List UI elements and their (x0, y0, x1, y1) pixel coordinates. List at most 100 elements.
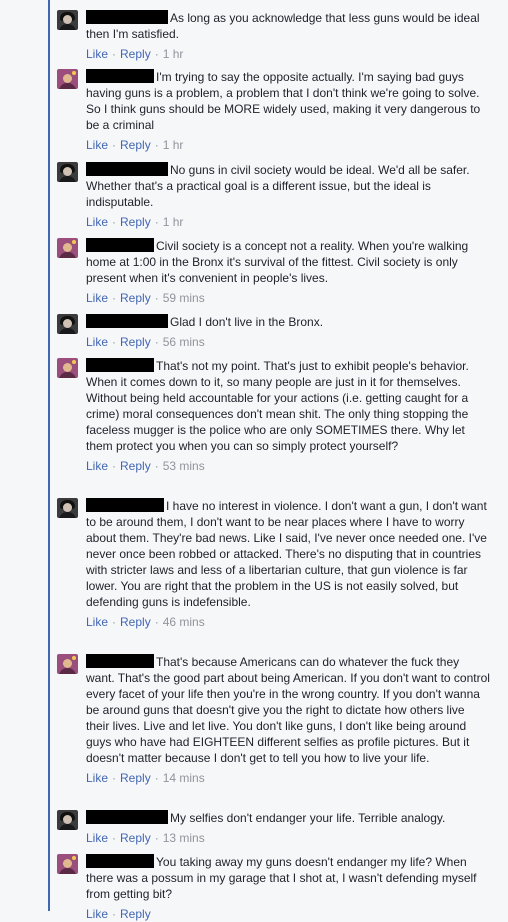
reply-link[interactable]: Reply (120, 831, 151, 845)
comment: As long as you acknowledge that less gun… (57, 10, 505, 62)
redacted-author-name[interactable] (86, 654, 154, 668)
separator-dot: · (112, 215, 117, 229)
comment-body: My selfies don't endanger your life. Ter… (170, 811, 446, 825)
separator-dot: · (112, 47, 117, 61)
separator-dot: · (112, 291, 117, 305)
comment: My selfies don't endanger your life. Ter… (57, 810, 505, 846)
redacted-author-name[interactable] (86, 358, 154, 372)
redacted-author-name[interactable] (86, 162, 168, 176)
like-link[interactable]: Like (86, 335, 108, 349)
comment: Civil society is a concept not a reality… (57, 238, 505, 306)
separator-dot: · (112, 335, 117, 349)
comment-timestamp[interactable]: 1 hr (163, 215, 184, 229)
redacted-author-name[interactable] (86, 314, 168, 328)
avatar[interactable] (57, 810, 78, 830)
comment: I'm trying to say the opposite actually.… (57, 69, 505, 153)
comment-text: Glad I don't live in the Bronx. (86, 314, 491, 330)
redacted-author-name[interactable] (86, 69, 154, 83)
redacted-author-name[interactable] (86, 238, 154, 252)
thread-indicator-line (48, 0, 50, 911)
reply-link[interactable]: Reply (120, 907, 151, 921)
separator-dot: · (154, 831, 159, 845)
comment-timestamp[interactable]: 1 hr (163, 47, 184, 61)
comment-timestamp[interactable]: 1 hr (163, 138, 184, 152)
reply-link[interactable]: Reply (120, 215, 151, 229)
comment-text: That's not my point. That's just to exhi… (86, 358, 491, 454)
comment: Glad I don't live in the Bronx. Like · Repl… (57, 314, 505, 350)
avatar[interactable] (57, 498, 78, 518)
comment-text: No guns in civil society would be ideal.… (86, 162, 491, 210)
reply-link[interactable]: Reply (120, 459, 151, 473)
like-link[interactable]: Like (86, 831, 108, 845)
separator-dot: · (154, 47, 159, 61)
comment-text: You taking away my guns doesn't endanger… (86, 854, 491, 902)
comment-actions: Like · Reply · 59 mins (86, 290, 505, 306)
separator-dot: · (154, 771, 159, 785)
comment-text: That's because Americans can do whatever… (86, 654, 491, 766)
like-link[interactable]: Like (86, 615, 108, 629)
comment: No guns in civil society would be ideal.… (57, 162, 505, 230)
comment-body: That's not my point. That's just to exhi… (86, 359, 469, 453)
reply-link[interactable]: Reply (120, 615, 151, 629)
comment-timestamp[interactable]: 46 mins (163, 615, 205, 629)
separator-dot: · (112, 615, 117, 629)
reply-link[interactable]: Reply (120, 47, 151, 61)
separator-dot: · (154, 335, 159, 349)
comment-text: My selfies don't endanger your life. Ter… (86, 810, 491, 826)
like-link[interactable]: Like (86, 291, 108, 305)
redacted-author-name[interactable] (86, 498, 164, 512)
like-link[interactable]: Like (86, 138, 108, 152)
comment-timestamp[interactable]: 14 mins (163, 771, 205, 785)
comment-text: As long as you acknowledge that less gun… (86, 10, 491, 42)
like-link[interactable]: Like (86, 215, 108, 229)
avatar[interactable] (57, 10, 78, 30)
comment-body: I have no interest in violence. I don't … (86, 499, 487, 609)
comment-actions: Like · Reply · 1 hr (86, 137, 505, 153)
comment: That's because Americans can do whatever… (57, 654, 505, 786)
reply-link[interactable]: Reply (120, 291, 151, 305)
avatar[interactable] (57, 162, 78, 182)
comment-actions: Like · Reply · 14 mins (86, 770, 505, 786)
avatar[interactable] (57, 314, 78, 334)
avatar[interactable] (57, 654, 78, 674)
comment: You taking away my guns doesn't endanger… (57, 854, 505, 922)
comment-text: I'm trying to say the opposite actually.… (86, 69, 491, 133)
like-link[interactable]: Like (86, 47, 108, 61)
separator-dot: · (112, 459, 117, 473)
comment-actions: Like · Reply · 1 hr (86, 214, 505, 230)
reply-link[interactable]: Reply (120, 771, 151, 785)
separator-dot: · (112, 907, 117, 921)
redacted-author-name[interactable] (86, 810, 168, 824)
comment-actions: Like · Reply · 56 mins (86, 334, 505, 350)
avatar[interactable] (57, 358, 78, 378)
comment: That's not my point. That's just to exhi… (57, 358, 505, 474)
avatar[interactable] (57, 854, 78, 874)
comment-body: Glad I don't live in the Bronx. (170, 315, 324, 329)
like-link[interactable]: Like (86, 459, 108, 473)
comment-text: Civil society is a concept not a reality… (86, 238, 491, 286)
separator-dot: · (112, 771, 117, 785)
comment: I have no interest in violence. I don't … (57, 498, 505, 630)
avatar[interactable] (57, 238, 78, 258)
comment-thread: As long as you acknowledge that less gun… (0, 0, 508, 921)
comment-timestamp[interactable]: 59 mins (163, 291, 205, 305)
separator-dot: · (154, 291, 159, 305)
reply-link[interactable]: Reply (120, 138, 151, 152)
comment-text: I have no interest in violence. I don't … (86, 498, 491, 610)
separator-dot: · (154, 215, 159, 229)
comment-timestamp[interactable]: 56 mins (163, 335, 205, 349)
like-link[interactable]: Like (86, 771, 108, 785)
comment-timestamp[interactable]: 53 mins (163, 459, 205, 473)
separator-dot: · (112, 831, 117, 845)
comment-timestamp[interactable]: 13 mins (163, 831, 205, 845)
avatar[interactable] (57, 69, 78, 89)
redacted-author-name[interactable] (86, 10, 168, 24)
comment-actions: Like · Reply · 46 mins (86, 614, 505, 630)
comment-actions: Like · Reply (86, 906, 505, 922)
like-link[interactable]: Like (86, 907, 108, 921)
comment-body: That's because Americans can do whatever… (86, 655, 490, 765)
comment-actions: Like · Reply · 13 mins (86, 830, 505, 846)
comment-actions: Like · Reply · 53 mins (86, 458, 505, 474)
redacted-author-name[interactable] (86, 854, 154, 868)
reply-link[interactable]: Reply (120, 335, 151, 349)
